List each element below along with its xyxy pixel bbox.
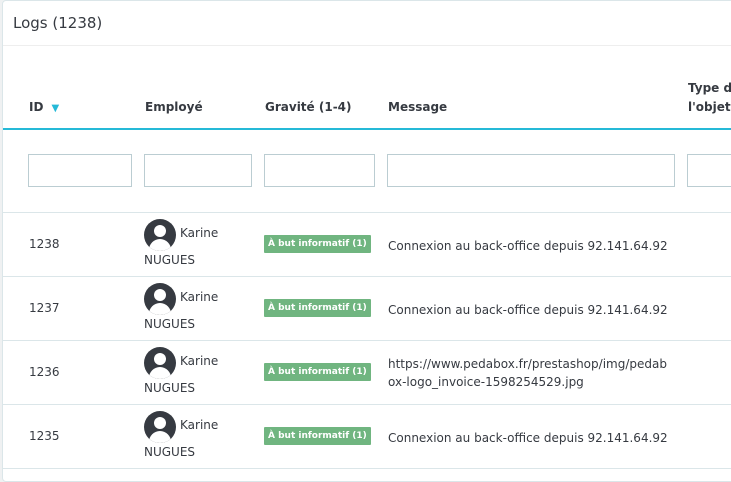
employee-first-name: Karine: [180, 290, 219, 304]
table-row[interactable]: 1236 Karine NUGUES À but informatif (1) …: [3, 341, 731, 405]
user-avatar-icon: [144, 411, 176, 443]
filter-id-input[interactable]: [28, 154, 132, 187]
panel-title: Logs (1238): [3, 1, 731, 46]
cell-id: 1235: [29, 429, 60, 443]
filter-employee-input[interactable]: [144, 154, 252, 187]
severity-badge: À but informatif (1): [264, 363, 371, 381]
employee-first-name: Karine: [180, 354, 219, 368]
user-avatar-icon: [144, 219, 176, 251]
table-row[interactable]: 1235 Karine NUGUES À but informatif (1) …: [3, 405, 731, 469]
table-row[interactable]: 1237 Karine NUGUES À but informatif (1) …: [3, 277, 731, 341]
cell-message-line2: ox-logo_invoice-1598254529.jpg: [388, 375, 584, 389]
cell-id: 1238: [29, 237, 60, 251]
cell-message: Connexion au back-office depuis 92.141.6…: [388, 239, 668, 253]
filter-object-type-input[interactable]: [687, 154, 731, 187]
cell-message-line1: https://www.pedabox.fr/prestashop/img/pe…: [388, 357, 667, 371]
severity-badge: À but informatif (1): [264, 427, 371, 445]
cell-message: Connexion au back-office depuis 92.141.6…: [388, 303, 668, 317]
filter-row: [3, 130, 731, 213]
filter-message-input[interactable]: [387, 154, 675, 187]
severity-badge: À but informatif (1): [264, 299, 371, 317]
column-header-object-type-line2: l'objet: [688, 100, 731, 114]
column-header-employee[interactable]: Employé: [145, 98, 203, 117]
column-header-severity[interactable]: Gravité (1-4): [265, 98, 352, 117]
employee-last-name: NUGUES: [144, 445, 196, 459]
column-header-id[interactable]: ID ▼: [29, 98, 59, 118]
column-header-id-label: ID: [29, 100, 44, 114]
table-header-row: ID ▼ Employé Gravité (1-4) Message Type d…: [3, 46, 731, 130]
severity-badge: À but informatif (1): [264, 235, 371, 253]
table-row[interactable]: 1238 Karine NUGUES À but informatif (1) …: [3, 213, 731, 277]
employee-last-name: NUGUES: [144, 381, 196, 395]
column-header-object-type[interactable]: Type de l'objet: [688, 79, 731, 117]
cell-message: https://www.pedabox.fr/prestashop/img/pe…: [388, 355, 688, 391]
logs-table: ID ▼ Employé Gravité (1-4) Message Type d…: [3, 46, 731, 469]
cell-id: 1236: [29, 365, 60, 379]
employee-last-name: NUGUES: [144, 253, 196, 267]
user-avatar-icon: [144, 347, 176, 379]
employee-first-name: Karine: [180, 418, 219, 432]
cell-message: Connexion au back-office depuis 92.141.6…: [388, 431, 668, 445]
logs-panel: Logs (1238) ID ▼ Employé Gravité (1-4) Me…: [2, 0, 731, 482]
user-avatar-icon: [144, 283, 176, 315]
cell-id: 1237: [29, 301, 60, 315]
column-header-message[interactable]: Message: [388, 98, 447, 117]
employee-first-name: Karine: [180, 226, 219, 240]
column-header-object-type-line1: Type de: [688, 81, 731, 95]
employee-last-name: NUGUES: [144, 317, 196, 331]
filter-severity-input[interactable]: [264, 154, 375, 187]
chevron-down-icon[interactable]: ▼: [51, 99, 59, 118]
